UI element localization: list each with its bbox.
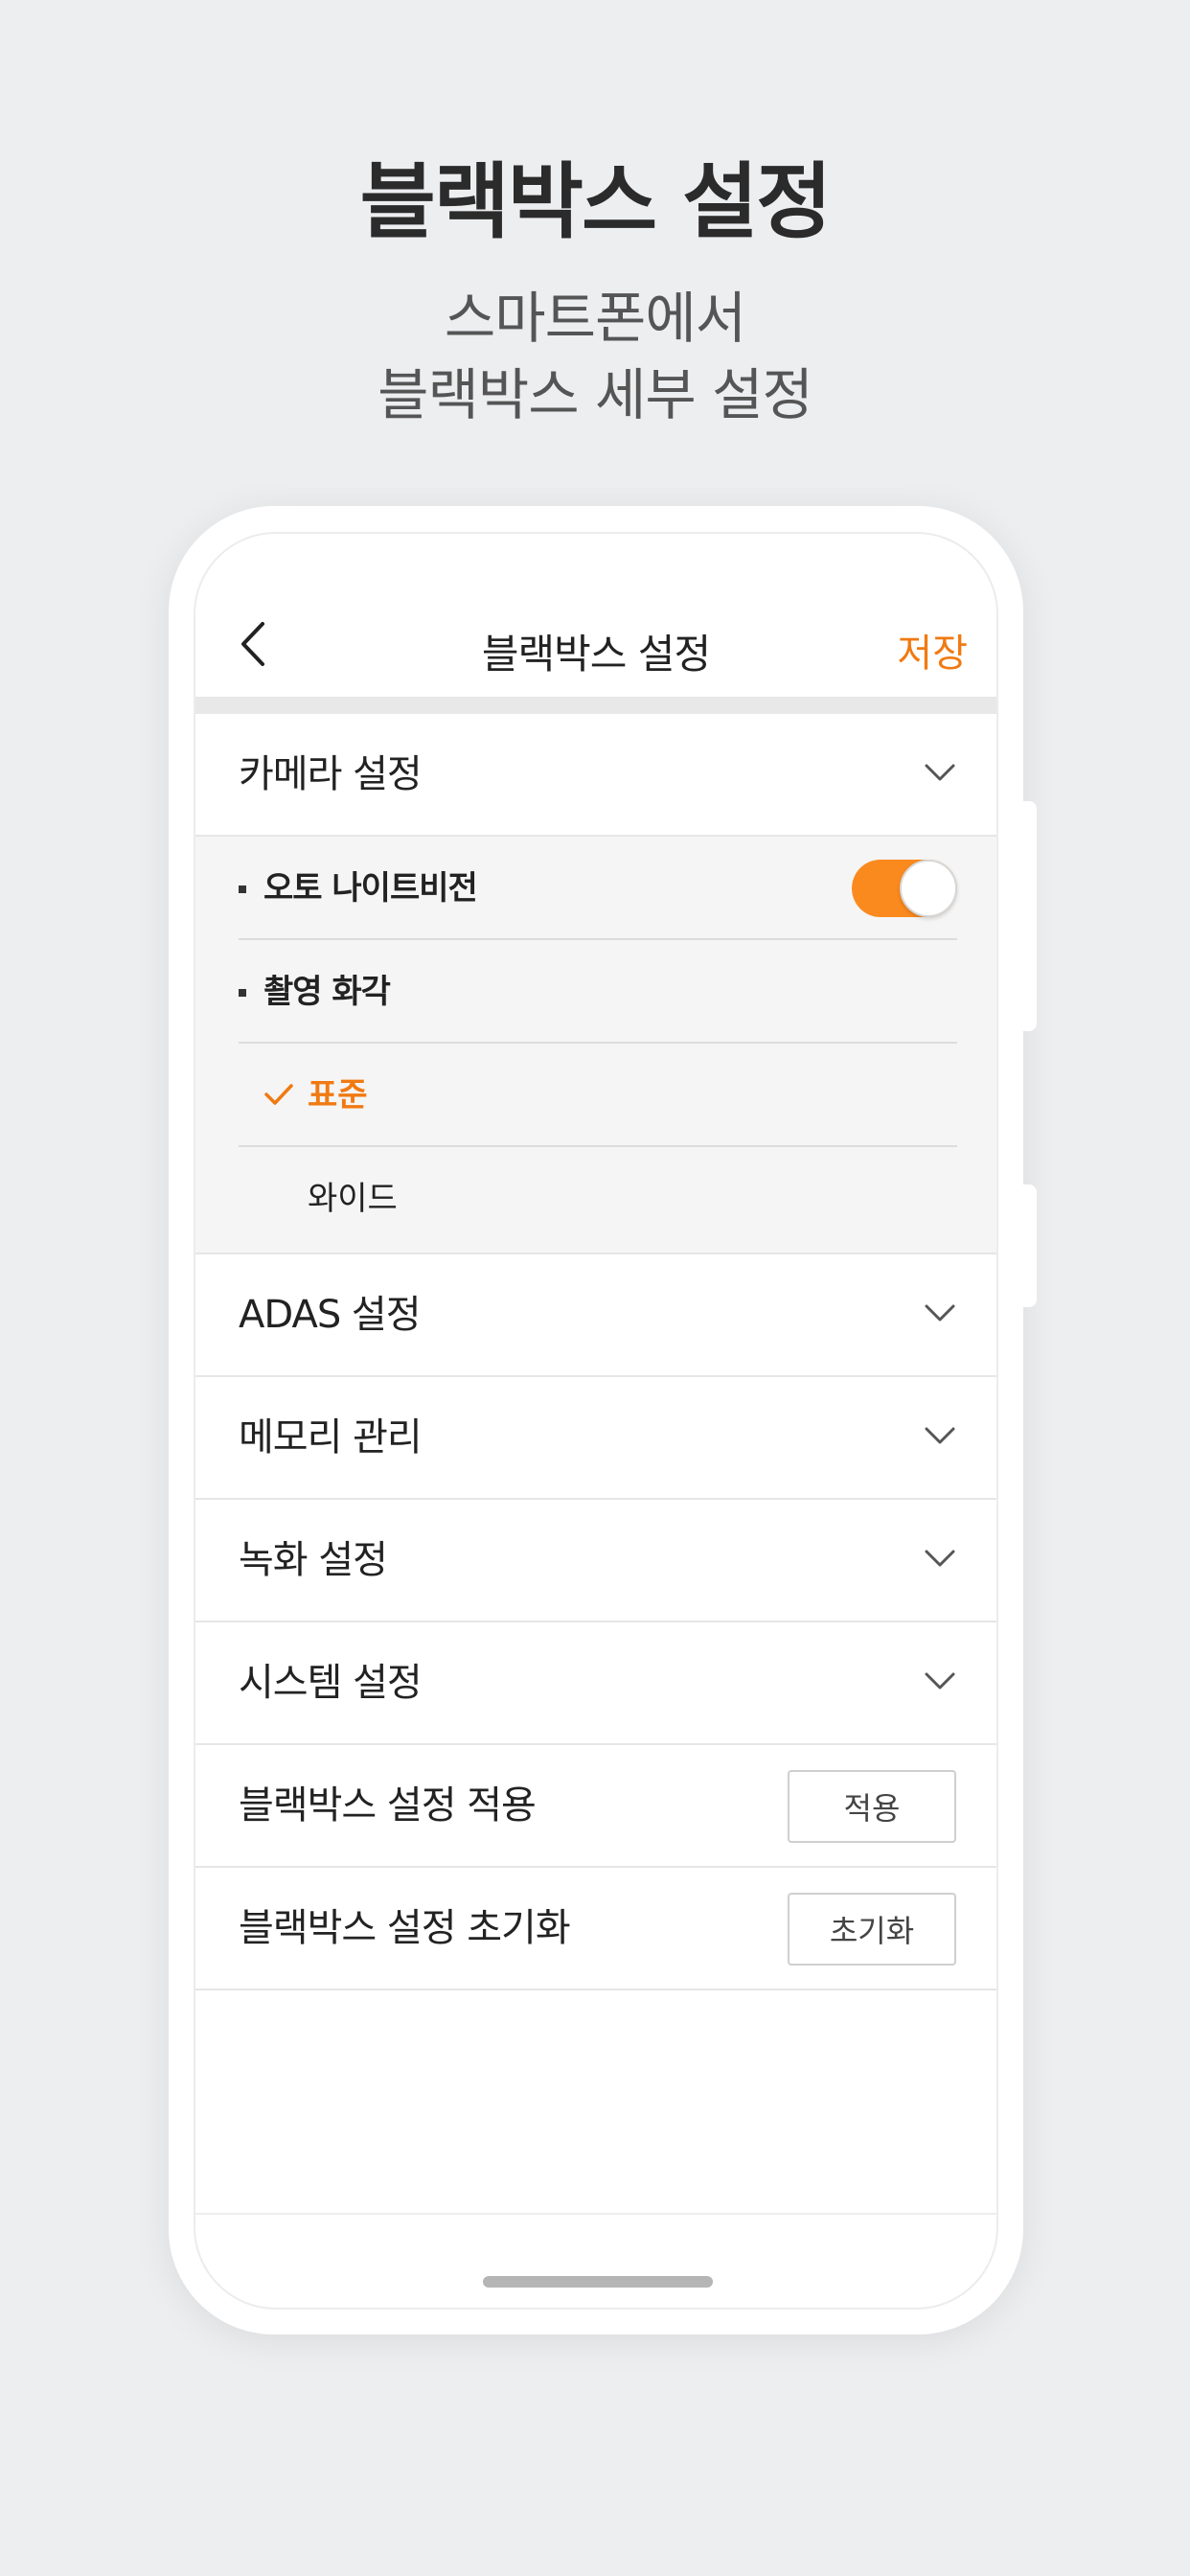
section-memory-management[interactable]: 메모리 관리 (195, 1377, 996, 1500)
bullet-icon (239, 886, 246, 893)
promo-subtitle-line1: 스마트폰에서 (444, 286, 746, 351)
page-title: 블랙박스 설정 (481, 631, 711, 678)
angle-option-standard[interactable]: 표준 (239, 1044, 957, 1147)
phone-screen: 블랙박스 설정 저장 카메라 설정 오토 나이트비전 촬영 화각 표준 와이드 … (194, 532, 998, 2310)
chevron-down-icon (925, 1304, 955, 1322)
chevron-down-icon (925, 1427, 955, 1444)
section-label: 메모리 관리 (239, 1415, 423, 1460)
section-label: 녹화 설정 (239, 1538, 388, 1582)
reset-settings-label: 블랙박스 설정 초기화 (239, 1906, 571, 1950)
bullet-icon (239, 989, 246, 997)
toggle-knob (900, 860, 957, 917)
section-label: 시스템 설정 (239, 1661, 423, 1705)
section-recording-settings[interactable]: 녹화 설정 (195, 1500, 996, 1622)
nav-bar: 블랙박스 설정 저장 (195, 534, 996, 697)
check-icon (264, 1084, 293, 1105)
apply-button[interactable]: 적용 (788, 1770, 956, 1843)
night-vision-toggle[interactable] (852, 860, 957, 917)
apply-settings-row: 블랙박스 설정 적용 적용 (195, 1745, 996, 1868)
home-indicator[interactable] (483, 2276, 713, 2288)
section-system-settings[interactable]: 시스템 설정 (195, 1622, 996, 1745)
option-label: 표준 (308, 1076, 368, 1115)
phone-side-button (1023, 801, 1037, 1031)
section-divider (195, 697, 996, 714)
section-label: 카메라 설정 (239, 752, 423, 796)
angle-row: 촬영 화각 (239, 940, 957, 1044)
promo-subtitle-line2: 블랙박스 세부 설정 (378, 362, 813, 427)
apply-settings-label: 블랙박스 설정 적용 (239, 1783, 537, 1828)
night-vision-row: 오토 나이트비전 (239, 837, 957, 940)
phone-side-button (1023, 1184, 1037, 1307)
night-vision-label: 오토 나이트비전 (263, 869, 478, 908)
promo-title: 블랙박스 설정 (359, 154, 833, 250)
angle-option-wide[interactable]: 와이드 (239, 1147, 957, 1251)
option-label: 와이드 (308, 1180, 398, 1218)
section-camera-settings[interactable]: 카메라 설정 (195, 714, 996, 837)
reset-button[interactable]: 초기화 (788, 1893, 956, 1966)
section-adas-settings[interactable]: ADAS 설정 (195, 1254, 996, 1377)
angle-label: 촬영 화각 (263, 973, 391, 1011)
section-label: ADAS 설정 (239, 1293, 422, 1337)
camera-settings-panel: 오토 나이트비전 촬영 화각 표준 와이드 (195, 837, 996, 1254)
chevron-down-icon (925, 1672, 955, 1690)
bottom-divider (195, 2213, 996, 2215)
reset-settings-row: 블랙박스 설정 초기화 초기화 (195, 1868, 996, 1990)
chevron-down-icon (925, 764, 955, 781)
chevron-down-icon (925, 1550, 955, 1567)
save-button[interactable]: 저장 (897, 622, 968, 678)
